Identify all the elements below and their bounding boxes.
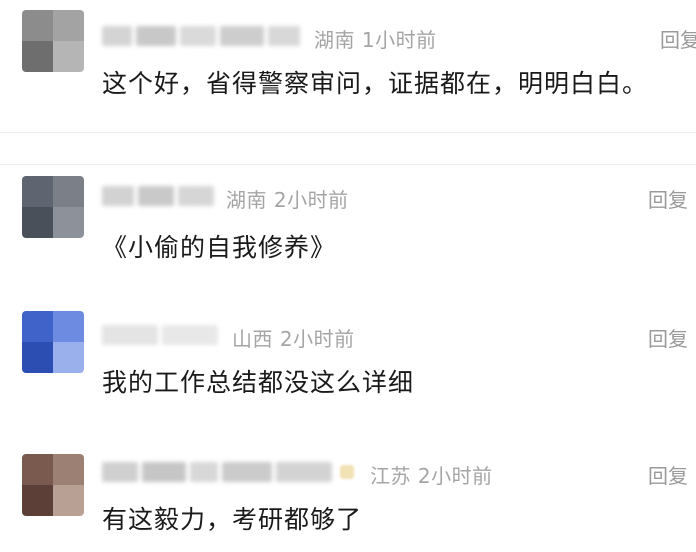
username-blurred[interactable]	[102, 460, 332, 484]
avatar[interactable]	[22, 176, 84, 238]
username-blurred[interactable]	[102, 24, 300, 48]
location-time: 湖南 1小时前	[314, 28, 437, 52]
reply-button[interactable]: 回复	[660, 24, 696, 53]
reply-button[interactable]: 回复	[648, 460, 688, 489]
location-time: 江苏 2小时前	[370, 464, 493, 488]
comment-text: 这个好，省得警察审问，证据都在，明明白白。	[102, 69, 649, 98]
comment-text: 我的工作总结都没这么详细	[102, 368, 415, 397]
comment-list: 湖南 1小时前 回复 这个好，省得警察审问，证据都在，明明白白。 湖南 2小时前…	[0, 0, 696, 552]
comment-item: 湖南 1小时前 回复 这个好，省得警察审问，证据都在，明明白白。	[0, 0, 696, 130]
location-time: 山西 2小时前	[232, 327, 355, 351]
username-blurred[interactable]	[102, 323, 218, 347]
avatar[interactable]	[22, 454, 84, 516]
reply-button[interactable]: 回复	[648, 323, 688, 352]
comment-item: 湖南 2小时前 回复 《小偷的自我修养》	[0, 170, 696, 300]
username-blurred[interactable]	[102, 184, 214, 208]
avatar[interactable]	[22, 311, 84, 373]
comment-text: 有这毅力，考研都够了	[102, 505, 363, 534]
user-badge-icon	[340, 465, 354, 479]
comment-item: 江苏 2小时前 回复 有这毅力，考研都够了	[0, 440, 696, 552]
divider	[0, 132, 696, 133]
location-time: 湖南 2小时前	[226, 188, 349, 212]
comment-text: 《小偷的自我修养》	[102, 233, 337, 262]
divider	[0, 164, 696, 165]
avatar[interactable]	[22, 10, 84, 72]
comment-item: 山西 2小时前 回复 我的工作总结都没这么详细	[0, 305, 696, 435]
reply-button[interactable]: 回复	[648, 184, 688, 213]
